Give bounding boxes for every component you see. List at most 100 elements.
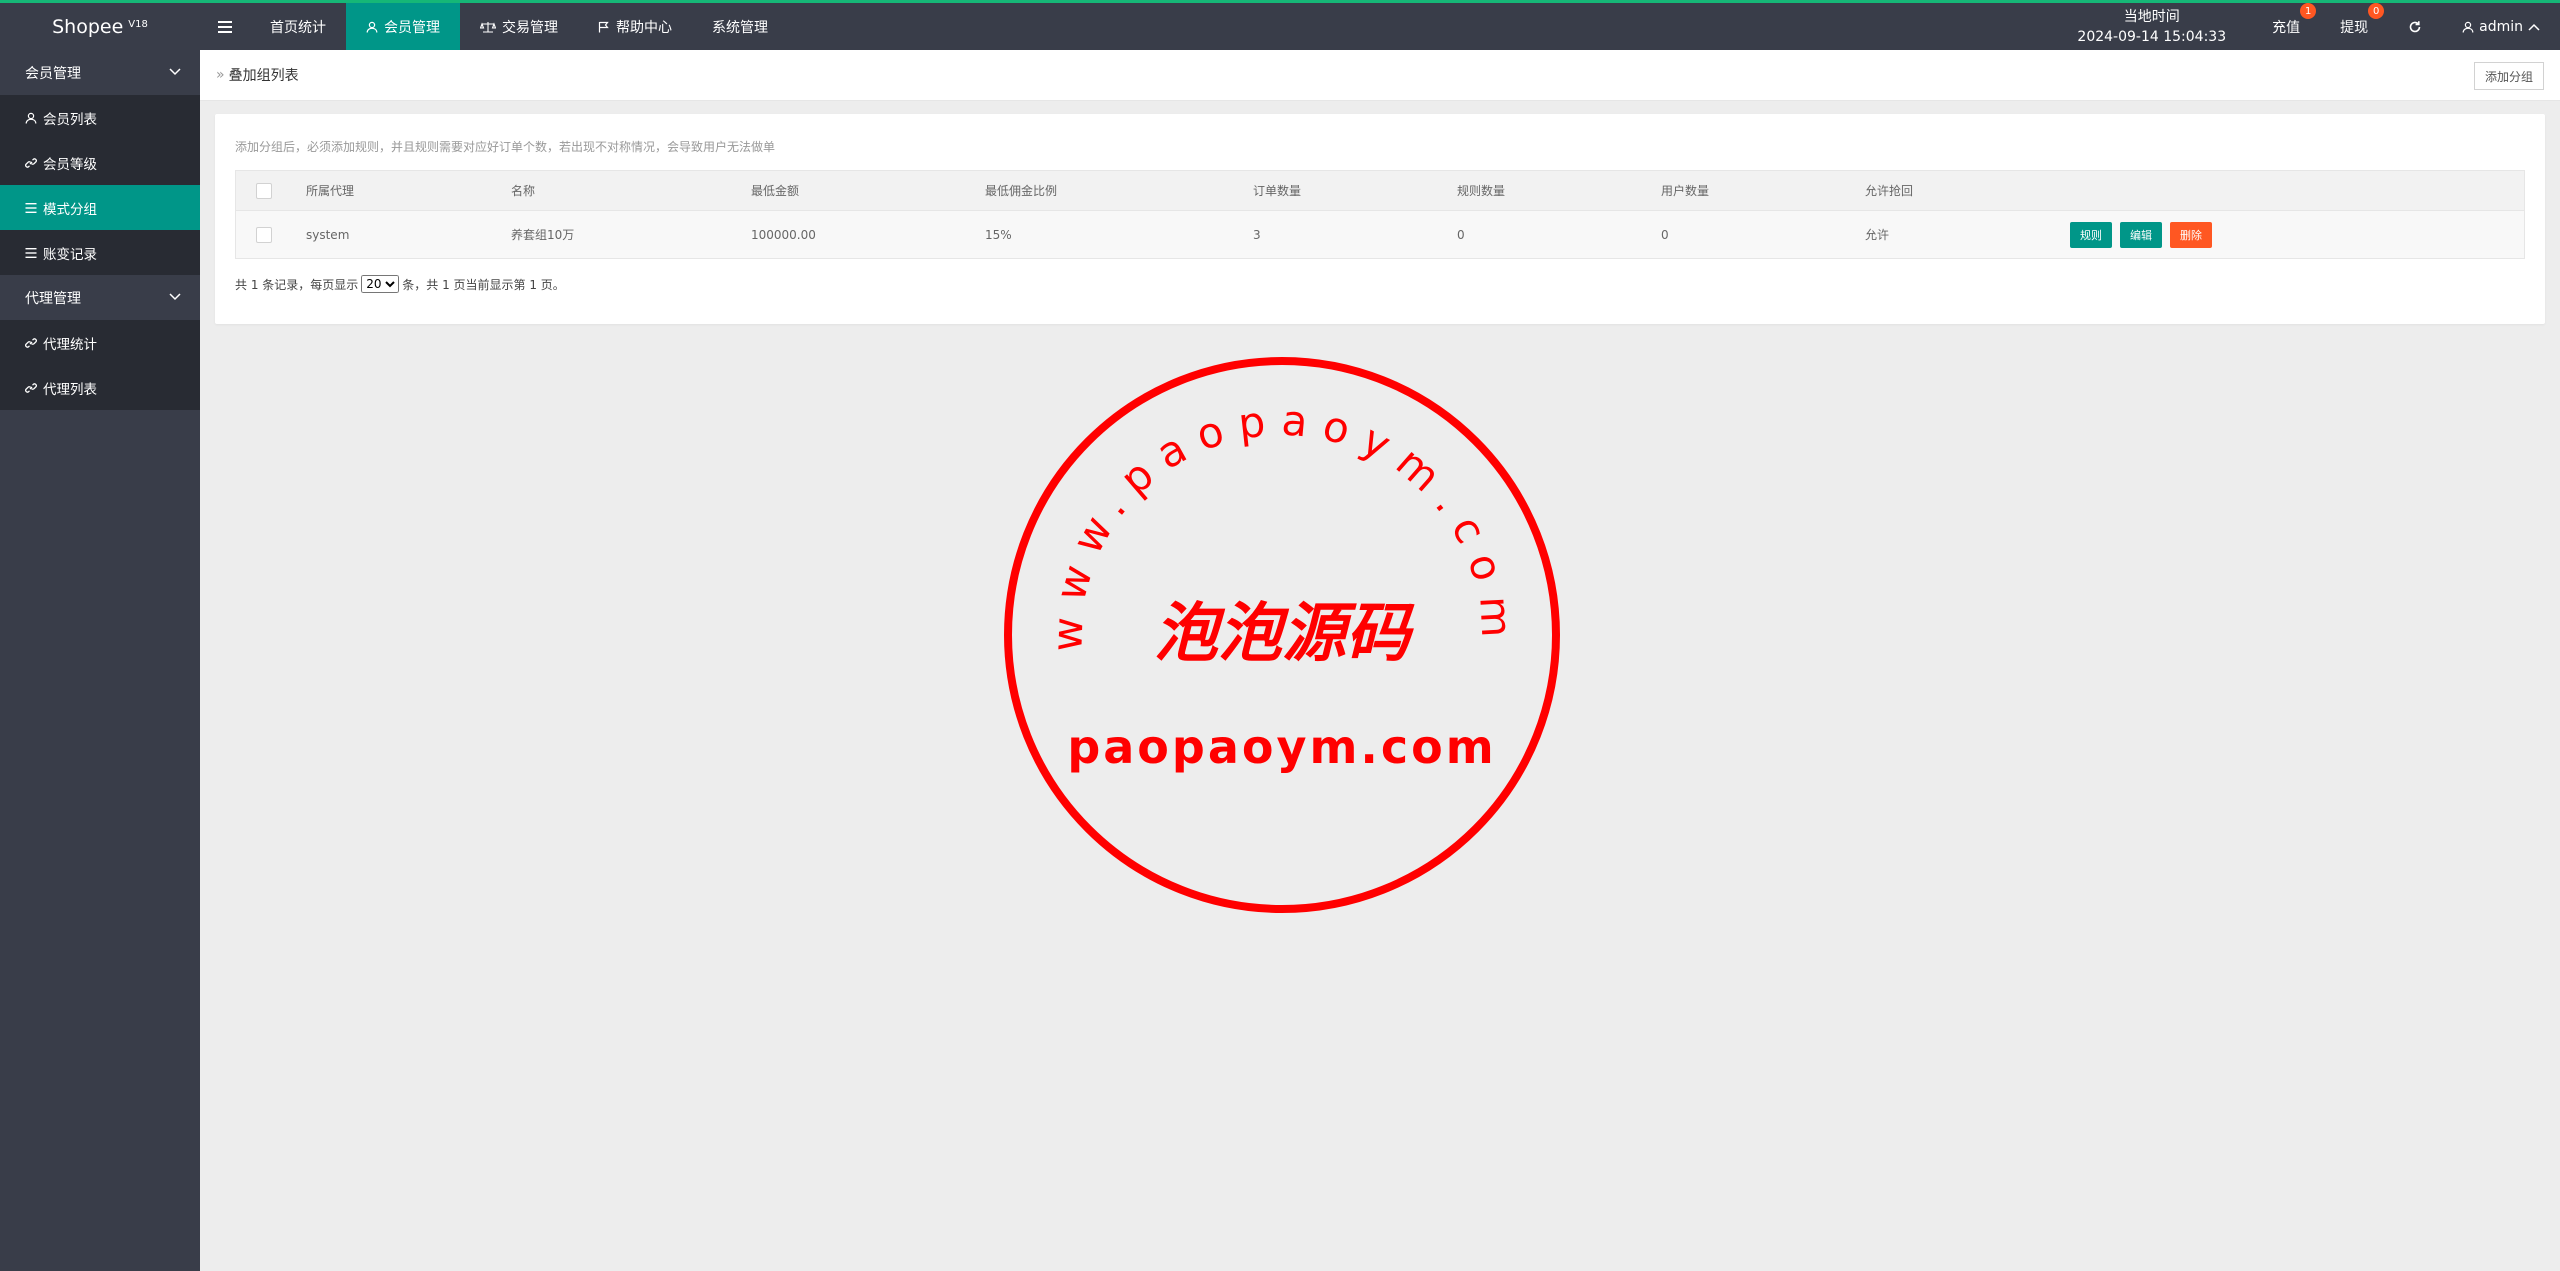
nav-label: 系统管理: [712, 19, 768, 36]
sidebar-item-member-list[interactable]: 会员列表: [0, 95, 200, 140]
clock-value: 2024-09-14 15:04:33: [2077, 28, 2227, 45]
row-select-cell: [236, 226, 291, 243]
sidebar-item-account-changes[interactable]: 账变记录: [0, 230, 200, 275]
sidebar-item-label: 代理统计: [43, 336, 97, 353]
add-group-button[interactable]: 添加分组: [2473, 62, 2544, 90]
column-header: 允许抢回: [1865, 184, 1914, 198]
sidebar-item-label: 会员列表: [43, 111, 97, 128]
rule-button[interactable]: 规则: [2070, 221, 2112, 248]
column-header: 名称: [511, 184, 536, 198]
link-icon: [25, 382, 37, 393]
column-header: 最低佣金比例: [985, 184, 1058, 198]
sidebar-group-label: 代理管理: [25, 290, 81, 307]
select-all-cell: [236, 182, 291, 199]
refresh-button[interactable]: [2388, 3, 2442, 50]
recharge-label: 充值: [2272, 19, 2301, 36]
withdraw-badge: 0: [2368, 3, 2385, 19]
top-right-tools: 当地时间 2024-09-14 15:04:33 充值 1 提现 0 admin: [2051, 3, 2560, 50]
chevron-down-icon: [169, 293, 181, 301]
pager-prefix: 共 1 条记录，每页显示: [235, 277, 359, 292]
list-icon: [25, 247, 37, 258]
table-header: 所属代理 名称 最低金额 最低佣金比例 订单数量 规则数量 用户数量 允许抢回: [236, 171, 2524, 211]
sidebar-item-agent-list[interactable]: 代理列表: [0, 365, 200, 410]
sidebar-item-label: 会员等级: [43, 156, 97, 173]
flag-icon: [598, 21, 609, 32]
withdraw-button[interactable]: 提现 0: [2320, 3, 2388, 50]
recharge-badge: 1: [2300, 3, 2317, 19]
sidebar-group-member[interactable]: 会员管理: [0, 50, 200, 95]
page-size-select[interactable]: 20: [361, 275, 400, 293]
cell-users: 0: [1661, 227, 1669, 242]
cell-agent: system: [306, 227, 350, 242]
nav-system-management[interactable]: 系统管理: [692, 3, 788, 50]
column-header: 最低金额: [751, 184, 800, 198]
refresh-icon: [2409, 20, 2421, 32]
notice-text: 添加分组后，必须添加规则，并且规则需要对应好订单个数，若出现不对称情况，会导致用…: [235, 140, 776, 154]
logo-version: V18: [128, 19, 148, 30]
breadcrumb: » 叠加组列表 添加分组: [200, 50, 2560, 101]
content-card: 添加分组后，必须添加规则，并且规则需要对应好订单个数，若出现不对称情况，会导致用…: [215, 114, 2545, 324]
user-menu[interactable]: admin: [2442, 3, 2560, 50]
nav-label: 会员管理: [384, 19, 440, 36]
select-all-checkbox[interactable]: [255, 182, 272, 199]
sidebar-item-mode-group[interactable]: 模式分组: [0, 185, 200, 230]
link-icon: [25, 157, 37, 168]
local-time: 当地时间 2024-09-14 15:04:33: [2051, 7, 2252, 47]
cell-orders: 3: [1253, 227, 1261, 242]
hamburger-icon: [218, 20, 232, 33]
top-header: Shopee V18 首页统计 会员管理 交易管理 帮助中心 系统管理 当地时间 …: [0, 0, 2560, 50]
chevron-down-icon: [169, 68, 181, 76]
stamp-center-text: 泡泡源码: [1154, 596, 1415, 671]
top-nav: 首页统计 会员管理 交易管理 帮助中心 系统管理: [200, 3, 788, 50]
logo-text: Shopee: [52, 15, 124, 38]
username: admin: [2479, 18, 2523, 35]
page-title: 叠加组列表: [228, 68, 299, 84]
sidebar-group-label: 会员管理: [25, 65, 81, 82]
cell-min-amount: 100000.00: [751, 227, 816, 242]
chevron-up-icon: [2528, 23, 2540, 31]
nav-label: 首页统计: [270, 19, 326, 36]
nav-trade-management[interactable]: 交易管理: [460, 3, 578, 50]
nav-help-center[interactable]: 帮助中心: [578, 3, 692, 50]
nav-label: 帮助中心: [616, 19, 672, 36]
recharge-button[interactable]: 充值 1: [2252, 3, 2320, 50]
nav-home-stats[interactable]: 首页统计: [250, 3, 346, 50]
row-checkbox[interactable]: [255, 226, 272, 243]
menu-toggle-button[interactable]: [200, 3, 250, 50]
table-row: system 养套组10万 100000.00 15% 3 0 0 允许 规则 …: [236, 211, 2524, 258]
column-header: 订单数量: [1253, 184, 1302, 198]
pager-suffix: 条，共 1 页当前显示第 1 页。: [402, 277, 565, 292]
edit-button[interactable]: 编辑: [2120, 221, 2162, 248]
row-actions: 规则 编辑 删除: [2055, 221, 2227, 248]
clock-label: 当地时间: [2123, 8, 2180, 25]
sidebar-item-label: 账变记录: [43, 246, 97, 263]
user-icon: [25, 112, 37, 124]
sidebar-item-label: 模式分组: [43, 201, 97, 218]
delete-button[interactable]: 删除: [2170, 221, 2212, 248]
double-chevron-right-icon: »: [216, 67, 225, 83]
cell-min-rate: 15%: [985, 227, 1012, 242]
nav-label: 交易管理: [502, 19, 558, 36]
column-header: 用户数量: [1661, 184, 1710, 198]
user-icon: [2462, 21, 2474, 33]
cell-rules: 0: [1457, 227, 1465, 242]
sidebar-group-agent[interactable]: 代理管理: [0, 275, 200, 320]
pagination: 共 1 条记录，每页显示 20 条，共 1 页当前显示第 1 页。: [235, 275, 2525, 293]
cell-allow: 允许: [1865, 228, 1890, 242]
sidebar-item-member-level[interactable]: 会员等级: [0, 140, 200, 185]
sidebar-item-label: 代理列表: [43, 381, 97, 398]
scale-icon: [480, 21, 496, 33]
column-header: 所属代理: [306, 184, 355, 198]
link-icon: [25, 337, 37, 348]
column-header: 规则数量: [1457, 184, 1506, 198]
nav-member-management[interactable]: 会员管理: [346, 3, 460, 50]
list-icon: [25, 202, 37, 213]
withdraw-label: 提现: [2340, 19, 2369, 36]
group-table: 所属代理 名称 最低金额 最低佣金比例 订单数量 规则数量 用户数量 允许抢回 …: [235, 170, 2525, 259]
cell-name: 养套组10万: [511, 228, 575, 242]
app-logo[interactable]: Shopee V18: [0, 3, 200, 50]
sidebar-item-agent-stats[interactable]: 代理统计: [0, 320, 200, 365]
sidebar: 会员管理 会员列表 会员等级 模式分组 账变记录 代理管理 代理统计 代理列表: [0, 50, 200, 1271]
watermark-stamp: www.paopaoym.com 泡泡源码 paopaoym.com: [1004, 357, 1560, 913]
user-icon: [366, 21, 378, 33]
